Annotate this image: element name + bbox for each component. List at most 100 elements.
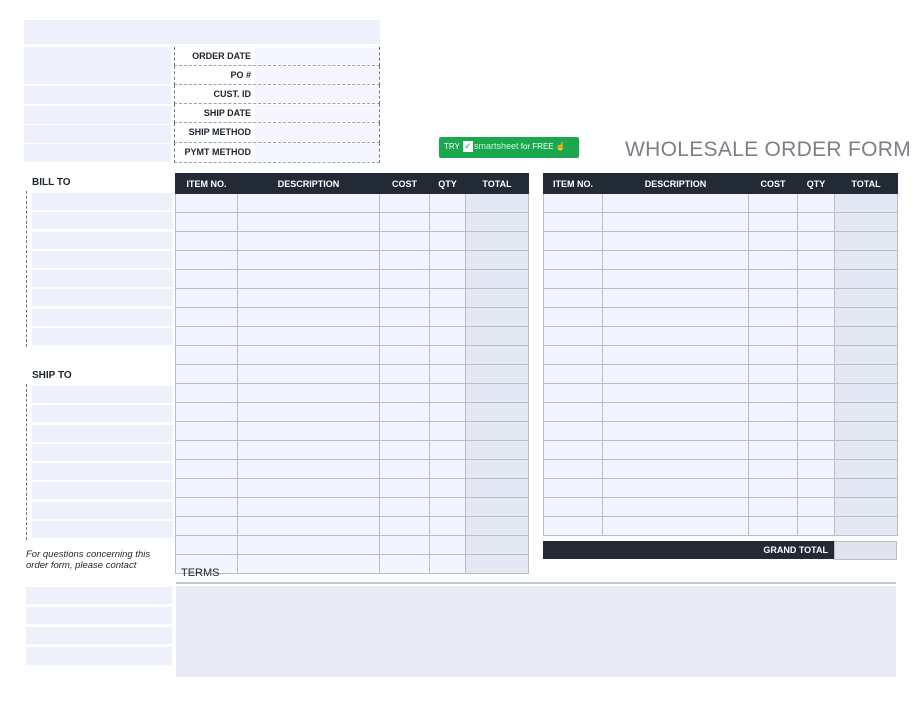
bill-to-line[interactable] [32, 270, 173, 287]
description-cell[interactable] [237, 250, 380, 270]
total-cell[interactable] [465, 364, 529, 384]
item-no-cell[interactable] [543, 231, 603, 251]
description-cell[interactable] [602, 421, 749, 441]
item-no-cell[interactable] [543, 497, 603, 517]
item-no-cell[interactable] [175, 535, 238, 555]
total-cell[interactable] [465, 421, 529, 441]
cost-cell[interactable] [748, 193, 798, 213]
cost-cell[interactable] [748, 250, 798, 270]
description-cell[interactable] [602, 193, 749, 213]
bill-to-line[interactable] [32, 251, 173, 268]
ship-method-field[interactable] [255, 124, 379, 141]
cost-cell[interactable] [748, 402, 798, 422]
item-no-cell[interactable] [543, 345, 603, 365]
cost-cell[interactable] [748, 497, 798, 517]
total-cell[interactable] [834, 345, 898, 365]
cost-cell[interactable] [748, 364, 798, 384]
company-address-line[interactable] [24, 125, 171, 143]
item-no-cell[interactable] [175, 345, 238, 365]
description-cell[interactable] [602, 364, 749, 384]
cost-cell[interactable] [379, 345, 430, 365]
item-no-cell[interactable] [175, 364, 238, 384]
qty-cell[interactable] [429, 554, 466, 574]
total-cell[interactable] [834, 326, 898, 346]
qty-cell[interactable] [429, 193, 466, 213]
company-address-line[interactable] [24, 86, 171, 104]
cost-cell[interactable] [379, 478, 430, 498]
item-no-cell[interactable] [175, 440, 238, 460]
total-cell[interactable] [465, 402, 529, 422]
total-cell[interactable] [465, 231, 529, 251]
item-no-cell[interactable] [543, 193, 603, 213]
contact-line[interactable] [26, 627, 172, 644]
cost-cell[interactable] [379, 212, 430, 232]
description-cell[interactable] [602, 440, 749, 460]
item-no-cell[interactable] [543, 383, 603, 403]
cost-cell[interactable] [379, 497, 430, 517]
total-cell[interactable] [465, 288, 529, 308]
total-cell[interactable] [834, 478, 898, 498]
pymt-method-field[interactable] [255, 144, 379, 161]
item-no-cell[interactable] [543, 459, 603, 479]
item-no-cell[interactable] [175, 402, 238, 422]
item-no-cell[interactable] [175, 478, 238, 498]
qty-cell[interactable] [797, 269, 835, 289]
total-cell[interactable] [834, 307, 898, 327]
item-no-cell[interactable] [175, 383, 238, 403]
total-cell[interactable] [465, 193, 529, 213]
item-no-cell[interactable] [175, 421, 238, 441]
bill-to-line[interactable] [32, 328, 173, 345]
company-address-line[interactable] [24, 106, 171, 124]
item-no-cell[interactable] [543, 478, 603, 498]
qty-cell[interactable] [429, 383, 466, 403]
grand-total-field[interactable] [834, 541, 897, 560]
total-cell[interactable] [834, 212, 898, 232]
cust-id-field[interactable] [255, 86, 379, 102]
bill-to-line[interactable] [32, 289, 173, 306]
description-cell[interactable] [602, 288, 749, 308]
qty-cell[interactable] [797, 326, 835, 346]
item-no-cell[interactable] [543, 269, 603, 289]
description-cell[interactable] [237, 288, 380, 308]
description-cell[interactable] [602, 345, 749, 365]
total-cell[interactable] [465, 326, 529, 346]
contact-line[interactable] [26, 607, 172, 624]
qty-cell[interactable] [429, 402, 466, 422]
qty-cell[interactable] [797, 307, 835, 327]
description-cell[interactable] [237, 307, 380, 327]
description-cell[interactable] [237, 535, 380, 555]
qty-cell[interactable] [797, 231, 835, 251]
total-cell[interactable] [834, 497, 898, 517]
item-no-cell[interactable] [543, 402, 603, 422]
total-cell[interactable] [465, 459, 529, 479]
qty-cell[interactable] [797, 440, 835, 460]
ship-to-line[interactable] [32, 463, 173, 480]
qty-cell[interactable] [797, 383, 835, 403]
description-cell[interactable] [602, 383, 749, 403]
total-cell[interactable] [834, 402, 898, 422]
description-cell[interactable] [602, 250, 749, 270]
cost-cell[interactable] [379, 554, 430, 574]
ship-to-line[interactable] [32, 425, 173, 442]
description-cell[interactable] [237, 478, 380, 498]
qty-cell[interactable] [429, 307, 466, 327]
cost-cell[interactable] [379, 231, 430, 251]
cost-cell[interactable] [379, 364, 430, 384]
ship-to-line[interactable] [32, 444, 173, 461]
item-no-cell[interactable] [543, 326, 603, 346]
cost-cell[interactable] [379, 535, 430, 555]
total-cell[interactable] [834, 516, 898, 536]
ship-to-line[interactable] [32, 405, 173, 422]
item-no-cell[interactable] [543, 421, 603, 441]
item-no-cell[interactable] [175, 459, 238, 479]
qty-cell[interactable] [797, 497, 835, 517]
total-cell[interactable] [465, 440, 529, 460]
total-cell[interactable] [465, 535, 529, 555]
description-cell[interactable] [602, 269, 749, 289]
item-no-cell[interactable] [175, 250, 238, 270]
description-cell[interactable] [237, 459, 380, 479]
terms-field[interactable] [176, 586, 896, 677]
total-cell[interactable] [834, 440, 898, 460]
cost-cell[interactable] [379, 421, 430, 441]
description-cell[interactable] [237, 193, 380, 213]
